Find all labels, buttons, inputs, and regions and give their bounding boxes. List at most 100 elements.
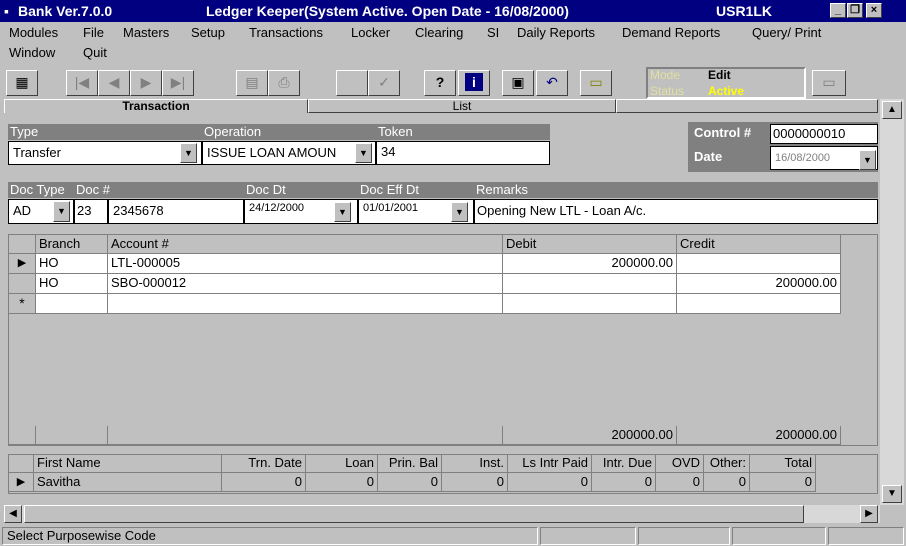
blank-icon[interactable] [336,70,368,96]
menu-query-print[interactable]: Query/ Print [752,25,821,40]
summary-total[interactable]: 0 [750,473,816,492]
print-icon[interactable]: ⎙ [268,70,300,96]
remarks-field[interactable]: Opening New LTL - Loan A/c. [474,199,878,224]
help-icon[interactable]: ? [424,70,456,96]
control-field[interactable]: 0000000010 [770,124,878,144]
save-icon[interactable]: ▣ [502,70,534,96]
summary-ovd[interactable]: 0 [656,473,704,492]
cell-credit[interactable] [677,294,841,314]
docno-prefix-field[interactable]: 23 [74,199,108,224]
menu-quit[interactable]: Quit [83,45,107,60]
tab-list[interactable]: List [308,99,616,113]
scroll-up-icon[interactable]: ▲ [882,101,902,119]
next-record-icon[interactable]: ▶ [130,70,162,96]
chevron-down-icon[interactable]: ▼ [180,143,197,163]
cell-credit[interactable] [677,254,841,274]
summary-header-first-name[interactable]: First Name [34,455,222,473]
first-record-icon[interactable]: |◀ [66,70,98,96]
docdt-label: Doc Dt [244,182,358,198]
status-pane [828,527,904,545]
menu-file[interactable]: File [83,25,104,40]
summary-inst[interactable]: 0 [442,473,508,492]
find-icon[interactable]: ▤ [236,70,268,96]
row-selector[interactable] [9,274,36,294]
menu-setup[interactable]: Setup [191,25,225,40]
chevron-down-icon[interactable]: ▼ [334,202,351,222]
chevron-down-icon[interactable]: ▼ [451,202,468,222]
cell-account[interactable]: SBO-000012 [108,274,503,294]
cell-account[interactable]: LTL-000005 [108,254,503,274]
token-field[interactable]: 34 [376,141,550,165]
remarks-label: Remarks [474,182,878,198]
column-header-account[interactable]: Account # [108,235,503,254]
bank-app-icon[interactable]: ▪ [4,3,9,19]
scroll-down-icon[interactable]: ▼ [882,485,902,503]
column-header-branch[interactable]: Branch [36,235,108,254]
summary-ls-intr-paid[interactable]: 0 [508,473,592,492]
close-button[interactable]: × [866,3,882,18]
restore-button[interactable]: ❐ [847,3,863,18]
info-icon[interactable]: i [458,70,490,96]
summary-first-name[interactable]: Savitha [34,473,222,492]
scroll-thumb[interactable] [24,505,804,523]
cell-branch[interactable]: HO [36,254,108,274]
previous-record-icon[interactable]: ◀ [98,70,130,96]
summary-header-intr-due[interactable]: Intr. Due [592,455,656,473]
title-bar[interactable]: ▪ Bank Ver.7.0.0 Ledger Keeper(System Ac… [0,0,906,22]
current-row-icon[interactable]: ▶ [9,254,36,274]
summary-header-inst[interactable]: Inst. [442,455,508,473]
menu-locker[interactable]: Locker [351,25,390,40]
chevron-down-icon[interactable]: ▼ [859,150,876,170]
column-header-credit[interactable]: Credit [677,235,841,254]
summary-header-ovd[interactable]: OVD [656,455,704,473]
undo-icon[interactable]: ↶ [536,70,568,96]
cell-credit[interactable]: 200000.00 [677,274,841,294]
cell-account[interactable] [108,294,503,314]
folder-icon[interactable]: ▭ [812,70,846,96]
minimize-button[interactable]: _ [830,3,846,18]
summary-other[interactable]: 0 [704,473,750,492]
doceffdt-label: Doc Eff Dt [358,182,474,198]
menu-masters[interactable]: Masters [123,25,169,40]
column-header-debit[interactable]: Debit [503,235,677,254]
summary-header-loan[interactable]: Loan [306,455,378,473]
cell-branch[interactable]: HO [36,274,108,294]
summary-header-total[interactable]: Total [750,455,816,473]
cell-debit[interactable] [503,294,677,314]
cell-debit[interactable] [503,274,677,294]
tab-transaction[interactable]: Transaction [4,99,308,113]
cell-branch[interactable] [36,294,108,314]
summary-prin-bal[interactable]: 0 [378,473,442,492]
open-folder-icon[interactable]: ▭ [580,70,612,96]
operation-field[interactable]: ISSUE LOAN AMOUN [202,141,376,165]
scroll-right-icon[interactable]: ▶ [860,505,878,523]
cell-debit[interactable]: 200000.00 [503,254,677,274]
summary-loan[interactable]: 0 [306,473,378,492]
menu-si[interactable]: SI [487,25,499,40]
docno-field[interactable]: 2345678 [108,199,244,224]
menu-modules[interactable]: Modules [9,25,58,40]
new-record-icon[interactable]: ▦ [6,70,38,96]
menu-daily-reports[interactable]: Daily Reports [517,25,595,40]
total-credit: 200000.00 [677,426,841,445]
current-row-icon[interactable]: ▶ [9,473,34,492]
menu-clearing[interactable]: Clearing [415,25,463,40]
chevron-down-icon[interactable]: ▼ [355,143,372,163]
summary-header-other[interactable]: Other: [704,455,750,473]
check-icon[interactable]: ✓ [368,70,400,96]
summary-intr-due[interactable]: 0 [592,473,656,492]
vertical-scrollbar[interactable] [880,99,904,505]
summary-trn-date[interactable]: 0 [222,473,306,492]
new-row-icon[interactable]: * [9,294,36,314]
summary-header-prin-bal[interactable]: Prin. Bal [378,455,442,473]
status-label: Status [650,84,685,98]
summary-header-trn-date[interactable]: Trn. Date [222,455,306,473]
last-record-icon[interactable]: ▶| [162,70,194,96]
menu-window[interactable]: Window [9,45,55,60]
menu-demand-reports[interactable]: Demand Reports [622,25,720,40]
chevron-down-icon[interactable]: ▼ [53,201,70,222]
summary-header-ls-intr-paid[interactable]: Ls Intr Paid [508,455,592,473]
type-field[interactable]: Transfer [8,141,202,165]
scroll-left-icon[interactable]: ◀ [4,505,22,523]
menu-transactions[interactable]: Transactions [249,25,323,40]
